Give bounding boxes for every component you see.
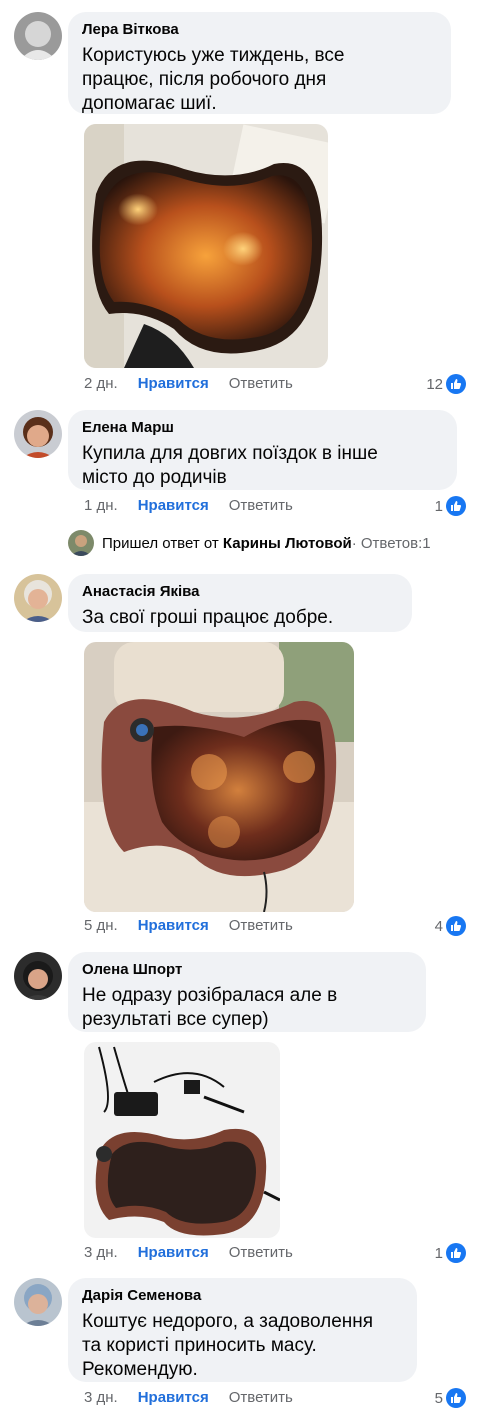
avatar[interactable] xyxy=(14,574,62,622)
avatar[interactable] xyxy=(14,12,62,60)
comment-time[interactable]: 5 дн. xyxy=(84,916,118,936)
comment-text: Купила для довгих поїздок в інше місто д… xyxy=(82,443,378,488)
comment-author[interactable]: Елена Марш xyxy=(82,418,443,438)
reply-notice-name: Карины Лютовой xyxy=(222,534,352,552)
comment-bubble: Олена Шпорт Не одразу розібралася але в … xyxy=(68,952,426,1032)
like-button[interactable]: Нравится xyxy=(138,916,209,936)
comment-image[interactable] xyxy=(84,1042,280,1238)
comment-time[interactable]: 3 дн. xyxy=(84,1243,118,1263)
view-replies-link[interactable]: Пришел ответ от Карины Лютовой· Ответов:… xyxy=(68,530,431,556)
like-button[interactable]: Нравится xyxy=(138,1243,209,1263)
comment-text: Користуюсь уже тиждень, все працює, післ… xyxy=(82,45,345,114)
comment-actions: 3 дн. Нравится Ответить xyxy=(84,1243,293,1263)
reaction-number: 4 xyxy=(434,917,443,935)
reaction-count[interactable]: 1 xyxy=(435,1242,466,1264)
comment-author[interactable]: Анастасія Яківа xyxy=(82,582,398,602)
reply-button[interactable]: Ответить xyxy=(229,1243,293,1263)
comment-text: За свої гроші працює добре. xyxy=(82,607,334,628)
avatar[interactable] xyxy=(14,952,62,1000)
comment-text: Не одразу розібралася але в результаті в… xyxy=(82,985,338,1030)
like-button[interactable]: Нравится xyxy=(138,1388,209,1408)
like-icon xyxy=(446,496,466,516)
avatar[interactable] xyxy=(14,1278,62,1326)
comment-actions: 5 дн. Нравится Ответить xyxy=(84,916,293,936)
comment-image[interactable] xyxy=(84,124,328,368)
reaction-number: 1 xyxy=(434,497,443,515)
comment-bubble: Елена Марш Купила для довгих поїздок в і… xyxy=(68,410,457,490)
like-icon xyxy=(446,916,466,936)
like-icon xyxy=(446,1388,466,1408)
comment-time[interactable]: 3 дн. xyxy=(84,1388,118,1408)
comment-author[interactable]: Олена Шпорт xyxy=(82,960,412,980)
like-button[interactable]: Нравится xyxy=(138,374,209,394)
comment-actions: 1 дн. Нравится Ответить xyxy=(84,496,293,516)
comment-bubble: Дарія Семенова Коштує недорого, а задово… xyxy=(68,1278,417,1382)
reaction-number: 5 xyxy=(434,1389,443,1407)
avatar xyxy=(68,530,94,556)
reply-notice-separator: · xyxy=(351,534,357,552)
reaction-count[interactable]: 12 xyxy=(426,373,466,395)
reaction-number: 12 xyxy=(426,375,443,393)
like-icon xyxy=(446,374,466,394)
comment-time[interactable]: 2 дн. xyxy=(84,374,118,394)
reaction-count[interactable]: 1 xyxy=(435,495,466,517)
like-button[interactable]: Нравится xyxy=(138,496,209,516)
comment-author[interactable]: Дарія Семенова xyxy=(82,1286,403,1306)
reply-button[interactable]: Ответить xyxy=(229,374,293,394)
comment-bubble: Анастасія Яківа За свої гроші працює доб… xyxy=(68,574,412,632)
reply-count: Ответов:1 xyxy=(360,534,431,552)
reaction-count[interactable]: 4 xyxy=(435,915,466,937)
comment-actions: 2 дн. Нравится Ответить xyxy=(84,374,293,394)
reply-button[interactable]: Ответить xyxy=(229,916,293,936)
reaction-number: 1 xyxy=(434,1244,443,1262)
comment-author[interactable]: Лера Віткова xyxy=(82,20,437,40)
comment-actions: 3 дн. Нравится Ответить xyxy=(84,1388,293,1408)
comment-bubble: Лера Віткова Користуюсь уже тиждень, все… xyxy=(68,12,451,114)
comment-text: Коштує недорого, а задоволення та корист… xyxy=(82,1311,374,1380)
reaction-count[interactable]: 5 xyxy=(435,1387,466,1409)
reply-button[interactable]: Ответить xyxy=(229,1388,293,1408)
avatar[interactable] xyxy=(14,410,62,458)
reply-button[interactable]: Ответить xyxy=(229,496,293,516)
comment-time[interactable]: 1 дн. xyxy=(84,496,118,516)
reply-notice-prefix: Пришел ответ от xyxy=(102,534,219,552)
like-icon xyxy=(446,1243,466,1263)
comment-image[interactable] xyxy=(84,642,354,912)
